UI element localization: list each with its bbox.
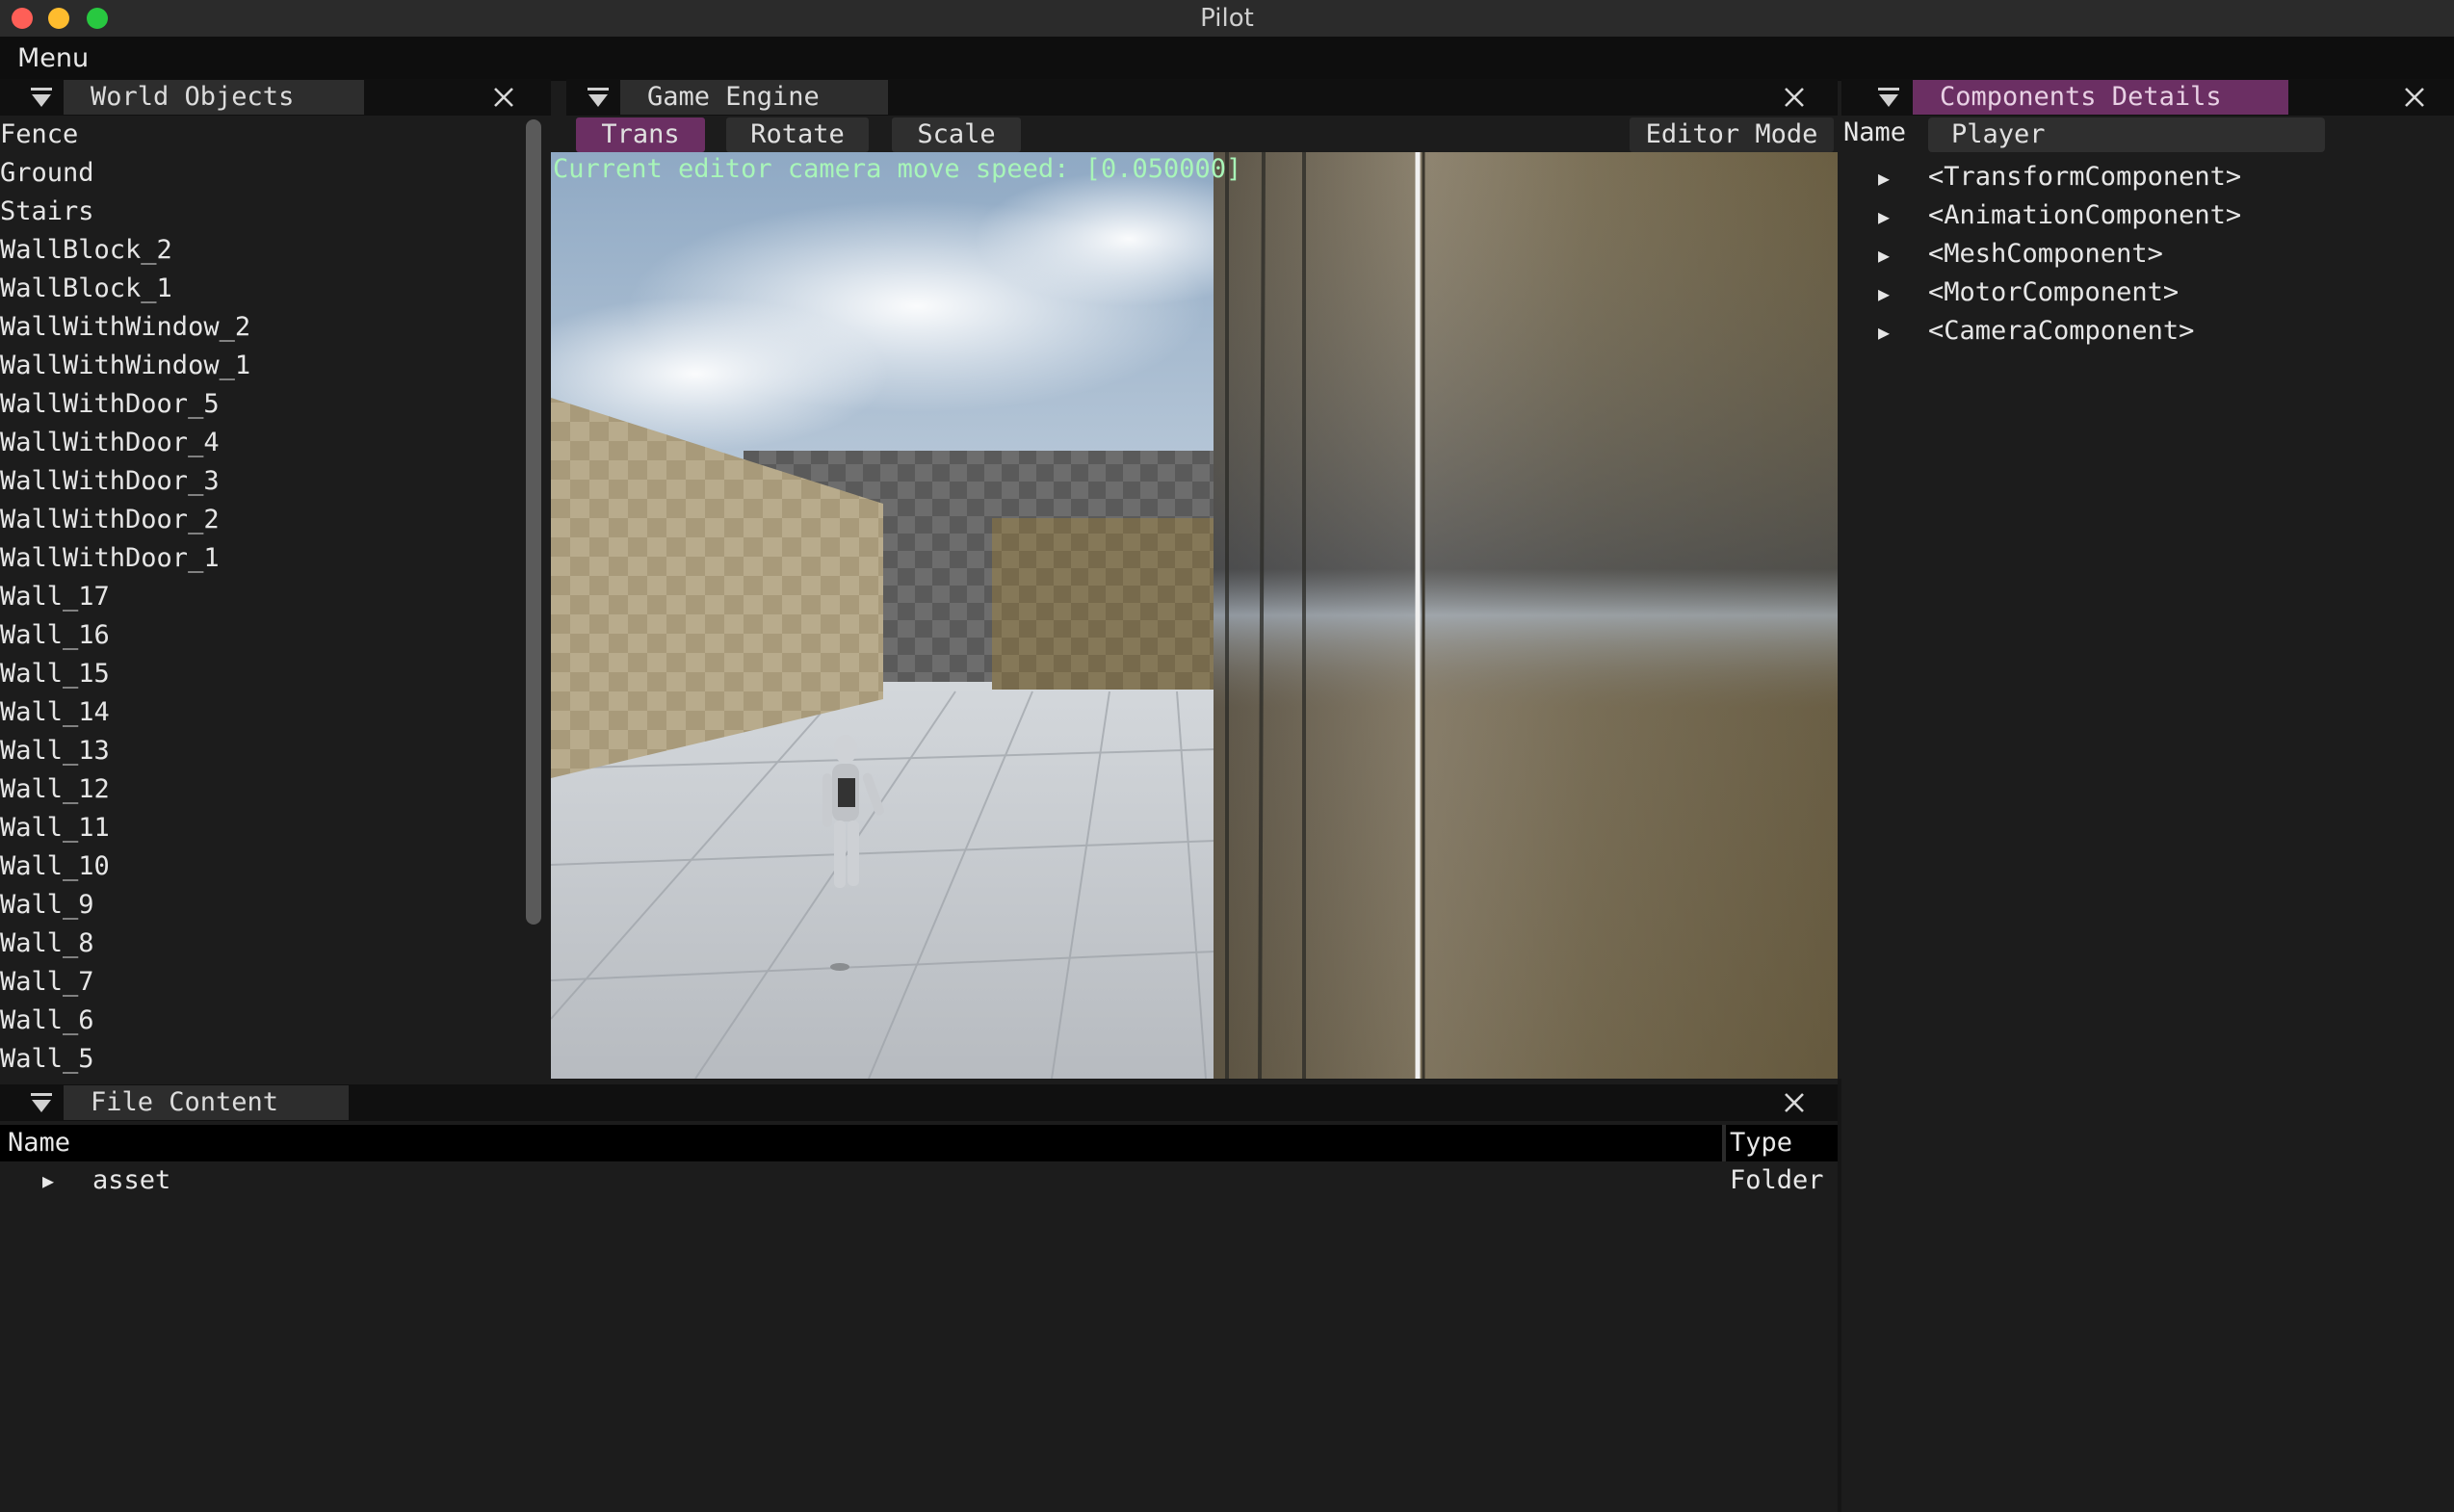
tab-file-content[interactable]: File Content [64,1085,349,1120]
component-tree-node[interactable]: ▶ <MeshComponent> [1878,235,2163,274]
component-tree-node[interactable]: ▶ <CameraComponent> [1878,312,2194,351]
tab-components-details-label: Components Details [1940,82,2222,112]
column-header-name[interactable]: Name [8,1125,70,1161]
tab-world-objects-label: World Objects [91,82,295,112]
tree-expand-arrow-icon[interactable]: ▶ [1878,274,1928,313]
world-objects-scrollbar[interactable] [526,119,541,925]
list-item[interactable]: Wall_7 [0,963,520,1002]
tree-expand-arrow-icon[interactable]: ▶ [1878,197,1928,236]
collapse-triangle-icon[interactable] [1876,87,1901,108]
list-item[interactable]: Ground [0,154,520,193]
component-label: <MeshComponent> [1928,239,2163,269]
file-table-header: Name Type [0,1125,1838,1161]
collapse-triangle-icon[interactable] [29,87,54,108]
table-row[interactable]: ▶ asset Folder [0,1161,1838,1200]
collapse-triangle-icon[interactable] [29,1092,54,1113]
tree-expand-arrow-icon[interactable]: ▶ [1878,236,1928,274]
close-icon[interactable] [1782,85,1807,110]
menubar: Menu [0,37,2454,81]
column-divider[interactable] [1722,1125,1726,1161]
list-item[interactable]: Wall_14 [0,693,520,732]
list-item[interactable]: Wall_8 [0,925,520,963]
tree-expand-arrow-icon[interactable]: ▶ [1878,313,1928,352]
list-item[interactable]: Wall_10 [0,847,520,886]
list-item[interactable]: WallBlock_1 [0,270,520,308]
rotate-button[interactable]: Rotate [726,117,869,152]
tab-world-objects[interactable]: World Objects [64,80,364,115]
list-item[interactable]: Wall_6 [0,1002,520,1040]
component-label: <TransformComponent> [1928,162,2242,192]
close-icon[interactable] [2402,85,2427,110]
tree-expand-arrow-icon[interactable]: ▶ [1878,159,1928,197]
scale-button[interactable]: Scale [892,117,1021,152]
camera-speed-readout: Current editor camera move speed: [0.050… [553,154,1242,184]
list-item[interactable]: WallBlock_2 [0,231,520,270]
component-name-field[interactable]: Player [1928,117,2325,152]
close-icon[interactable] [491,85,516,110]
window-title: Pilot [1200,4,1254,33]
scene-render [551,152,1838,1079]
list-item[interactable]: Wall_16 [0,616,520,655]
component-name-label: Name [1843,117,1907,147]
component-tree-node[interactable]: ▶ <AnimationComponent> [1878,196,2241,235]
editor-mode-button[interactable]: Editor Mode [1630,117,1834,152]
tab-game-engine[interactable]: Game Engine [620,80,888,115]
list-item[interactable]: WallWithDoor_5 [0,385,520,424]
world-objects-header: World Objects [0,79,551,116]
window-close-button[interactable] [12,8,33,29]
window-minimize-button[interactable] [48,8,69,29]
component-tree-node[interactable]: ▶ <TransformComponent> [1878,158,2241,196]
game-viewport[interactable] [551,152,1838,1079]
list-item[interactable]: WallWithDoor_1 [0,539,520,578]
menu-button[interactable]: Menu [17,43,89,73]
tab-components-details[interactable]: Components Details [1913,80,2288,115]
column-header-type[interactable]: Type [1730,1125,1792,1161]
list-item[interactable]: WallWithWindow_1 [0,347,520,385]
list-item[interactable]: Wall_17 [0,578,520,616]
panel-divider[interactable] [1838,1079,1841,1512]
list-item[interactable]: Wall_5 [0,1040,520,1079]
world-objects-list: Fence Ground Stairs WallBlock_2 WallBlock_1 W… [0,116,520,1079]
list-item[interactable]: Wall_12 [0,770,520,809]
game-engine-header: Game Engine [566,79,1838,116]
list-item[interactable]: Wall_15 [0,655,520,693]
file-content-header: File Content [0,1084,1838,1121]
component-label: <AnimationComponent> [1928,200,2242,230]
window-maximize-button[interactable] [87,8,108,29]
component-tree-node[interactable]: ▶ <MotorComponent> [1878,274,2179,312]
list-item[interactable]: Stairs [0,193,520,231]
component-label: <CameraComponent> [1928,316,2195,346]
list-item[interactable]: WallWithDoor_4 [0,424,520,462]
component-label: <MotorComponent> [1928,277,2180,307]
file-row-name: asset [92,1165,171,1195]
list-item[interactable]: Wall_11 [0,809,520,847]
tab-file-content-label: File Content [91,1087,279,1117]
tab-game-engine-label: Game Engine [647,82,820,112]
list-item[interactable]: WallWithDoor_2 [0,501,520,539]
components-details-header: Components Details [1841,79,2454,116]
close-icon[interactable] [1782,1090,1807,1115]
list-item[interactable]: Wall_13 [0,732,520,770]
list-item[interactable]: Fence [0,116,520,154]
window-titlebar: Pilot [0,0,2454,37]
list-item[interactable]: WallWithDoor_3 [0,462,520,501]
file-row-type: Folder [1730,1165,1824,1195]
collapse-triangle-icon[interactable] [586,87,611,108]
tree-expand-arrow-icon[interactable]: ▶ [42,1161,54,1200]
list-item[interactable]: WallWithWindow_2 [0,308,520,347]
list-item[interactable]: Wall_9 [0,886,520,925]
trans-button[interactable]: Trans [576,117,705,152]
